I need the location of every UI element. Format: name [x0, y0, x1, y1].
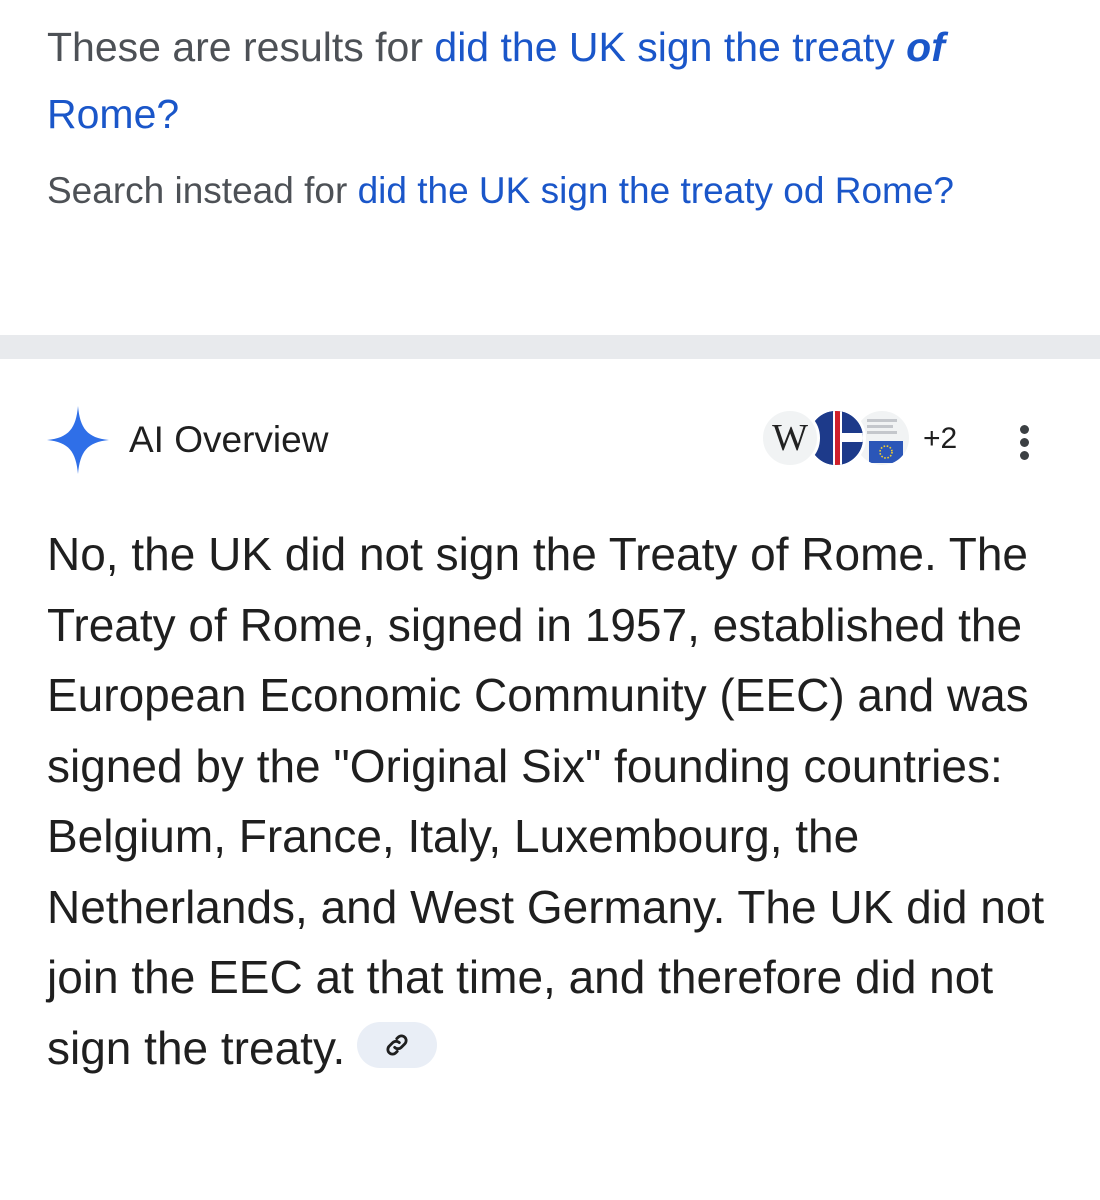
ai-overview-answer: No, the UK did not sign the Treaty of Ro… — [47, 519, 1057, 1083]
spelling-correction: These are results for did the UK sign th… — [47, 14, 1057, 228]
wikipedia-icon[interactable]: W — [760, 408, 820, 468]
ai-overview-header: AI Overview W +2 — [47, 404, 1067, 476]
source-link-chip[interactable] — [357, 1022, 438, 1069]
answer-text: No, the UK did not sign the Treaty of Ro… — [47, 528, 1045, 1074]
search-instead-for: Search instead for did the UK sign the t… — [47, 154, 1057, 228]
more-sources-count[interactable]: +2 — [923, 421, 957, 457]
section-divider — [0, 335, 1100, 359]
original-query-link[interactable]: did the UK sign the treaty od Rome? — [358, 170, 954, 211]
source-favicons[interactable]: W +2 — [760, 404, 960, 474]
showing-prefix: These are results for — [47, 24, 435, 70]
sparkle-icon — [47, 406, 109, 474]
corrected-word: of — [906, 24, 945, 70]
link-icon — [386, 1034, 408, 1056]
showing-results-for: These are results for did the UK sign th… — [47, 14, 1057, 148]
ai-overview-title: AI Overview — [129, 419, 329, 460]
corrected-query-text: did the UK sign the treaty — [434, 24, 907, 70]
instead-prefix: Search instead for — [47, 170, 358, 211]
more-options-menu-icon[interactable] — [1007, 420, 1043, 464]
corrected-query-text-end: Rome? — [47, 91, 180, 137]
